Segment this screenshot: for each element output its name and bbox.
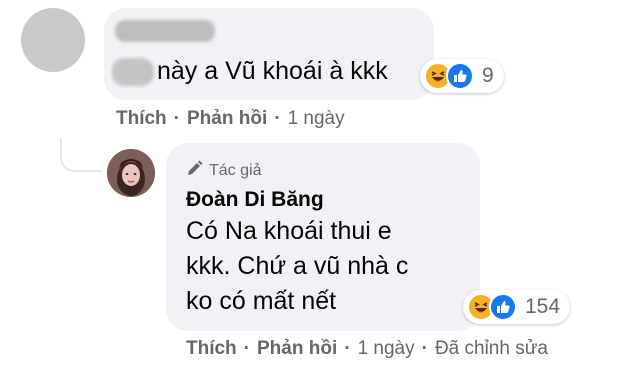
author-badge: Tác giả xyxy=(186,160,261,182)
separator: · xyxy=(173,108,180,129)
reply-text-line: Có Na khoái thui e xyxy=(186,217,392,245)
reaction-count: 154 xyxy=(525,295,561,318)
edited-label[interactable]: Đã chỉnh sửa xyxy=(435,338,548,360)
separator: · xyxy=(421,338,428,359)
reply-text: Có Na khoái thui e kkk. Chứ a vũ nhà c k… xyxy=(186,214,466,319)
like-link[interactable]: Thích xyxy=(186,338,237,360)
separator: · xyxy=(274,108,281,129)
comment-timestamp[interactable]: 1 ngày xyxy=(288,108,345,130)
reaction-count: 9 xyxy=(482,64,494,87)
mention-redacted xyxy=(112,58,154,86)
reply-reactions[interactable]: 154 xyxy=(463,290,571,324)
comment-actions: Thích · Phản hồi · 1 ngày xyxy=(116,108,345,130)
comment-reactions[interactable]: 9 xyxy=(420,59,504,93)
commenter-avatar-blurred[interactable] xyxy=(21,8,85,72)
reply-text-line: kkk. Chứ a vũ nhà c xyxy=(186,252,409,280)
author-badge-label: Tác giả xyxy=(209,162,262,179)
reply-timestamp[interactable]: 1 ngày xyxy=(358,338,415,360)
pen-icon xyxy=(186,160,203,182)
reply-actions: Thích · Phản hồi · 1 ngày · Đã chỉnh sửa xyxy=(186,338,548,360)
reply-link[interactable]: Phản hồi xyxy=(187,108,267,130)
like-link[interactable]: Thích xyxy=(116,108,167,130)
reply-text-line: ko có mất nết xyxy=(186,287,337,315)
separator: · xyxy=(344,338,351,359)
comment-text: này a Vũ khoái à kkk xyxy=(157,57,388,85)
reply-author-name[interactable]: Đoàn Di Băng xyxy=(186,188,324,212)
author-avatar[interactable] xyxy=(107,149,155,197)
like-icon xyxy=(489,293,517,321)
like-icon xyxy=(446,62,474,90)
reply-thread-line xyxy=(60,138,102,172)
reply-link[interactable]: Phản hồi xyxy=(257,338,337,360)
commenter-name-redacted xyxy=(115,20,215,42)
separator: · xyxy=(243,338,250,359)
